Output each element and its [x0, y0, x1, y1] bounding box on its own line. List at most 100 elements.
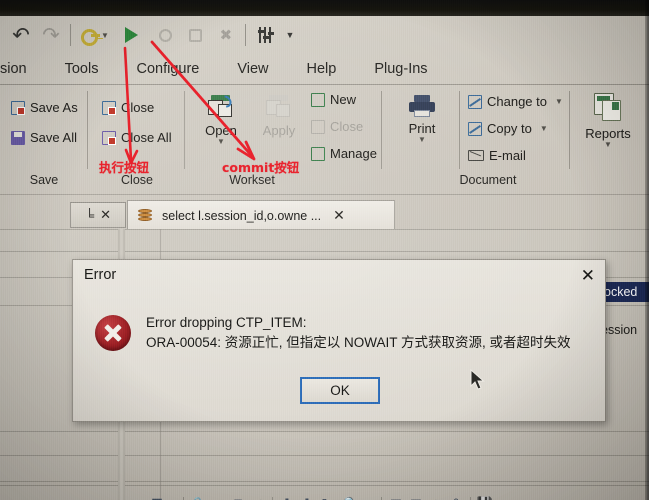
workset-manage-button[interactable]: Manage: [308, 144, 380, 162]
document-tab-title: select l.session_id,o.owne ...: [162, 208, 322, 223]
ribbon-group-save: Save As Save All Save: [0, 85, 88, 189]
ribbon-group-workset: Open ▼ Apply New Close Manage Workset: [186, 85, 382, 189]
workset-apply-label: Apply: [262, 123, 296, 138]
grid-line: [0, 431, 649, 432]
binoculars-icon[interactable]: 🔎: [337, 494, 357, 500]
change-to-dropdown-caret-icon[interactable]: ▼: [555, 97, 563, 106]
reports-icon: [593, 93, 623, 123]
pin-icon[interactable]: ╘: [85, 208, 94, 223]
refresh-icon[interactable]: ↻: [317, 494, 337, 500]
grid-record-icon[interactable]: ▢: [228, 494, 248, 500]
lock-icon[interactable]: 🔒: [188, 494, 208, 500]
bottom-separator-2: [272, 496, 273, 500]
grid-cell-session[interactable]: ession: [601, 321, 649, 339]
reports-dropdown-caret-icon[interactable]: ▼: [604, 141, 612, 149]
ribbon-separator-doc-2: [569, 91, 570, 169]
database-icon: [138, 208, 154, 223]
close-label: Close: [121, 100, 155, 115]
key-dropdown-caret-icon[interactable]: ▼: [101, 31, 109, 40]
menu-view[interactable]: View: [225, 59, 280, 79]
undo-icon[interactable]: ↶: [6, 20, 36, 50]
error-dialog-titlebar[interactable]: Error ✕: [73, 260, 605, 290]
dropdown-caret-icon[interactable]: ▼: [167, 494, 179, 500]
panel-close-icon[interactable]: ✕: [100, 207, 111, 223]
eraser-icon[interactable]: ▭: [357, 494, 377, 500]
close-doc-icon: [102, 100, 116, 115]
menu-bar: sion Tools Configure View Help Plug-Ins: [0, 54, 649, 84]
sort-desc-icon[interactable]: ▽: [406, 494, 426, 500]
quick-access-toolbar: ↶ ↷ ▼ ✖ ▼: [0, 16, 649, 54]
commit-icon[interactable]: [181, 20, 211, 50]
table-icon[interactable]: ☰: [147, 494, 167, 500]
copy-to-icon: [468, 121, 482, 136]
ribbon-separator-workset: [381, 91, 382, 169]
grid-line: [0, 485, 649, 486]
error-message-line-2: ORA-00054: 资源正忙, 但指定以 NOWAIT 方式获取资源, 或者超…: [146, 335, 571, 351]
print-dropdown-caret-icon[interactable]: ▼: [418, 136, 426, 144]
workset-close-label: Close: [330, 119, 364, 134]
workset-apply-icon: [266, 95, 292, 119]
document-tab[interactable]: select l.session_id,o.owne ... ✕: [127, 200, 395, 230]
ribbon-group-workset-label: Workset: [229, 173, 275, 187]
error-dialog: Error ✕ Error dropping CTP_ITEM: ORA-000…: [72, 259, 606, 422]
bottom-separator-4: [470, 496, 471, 500]
ribbon-separator-save: [87, 91, 88, 169]
close-all-icon: [102, 130, 116, 145]
ribbon-separator-close: [184, 91, 185, 169]
rollback-icon[interactable]: ✖: [211, 20, 241, 50]
menu-tools[interactable]: Tools: [53, 59, 111, 79]
save-all-button[interactable]: Save All: [8, 129, 80, 146]
copy-grid-icon[interactable]: ▦: [386, 494, 406, 500]
close-icon[interactable]: ✕: [581, 267, 595, 284]
close-all-button[interactable]: Close All: [99, 129, 175, 146]
grid-cell-blocked[interactable]: ocked: [601, 282, 649, 302]
sort-asc-icon[interactable]: △: [426, 494, 446, 500]
close-button[interactable]: Close: [99, 99, 157, 116]
save-as-icon: [11, 100, 25, 115]
menu-configure[interactable]: Configure: [124, 59, 211, 79]
change-to-label: Change to: [487, 94, 547, 109]
menu-session[interactable]: sion: [0, 59, 39, 79]
save-all-label: Save All: [30, 130, 77, 145]
workset-new-button[interactable]: New: [308, 90, 359, 108]
redo-icon[interactable]: ↷: [36, 20, 66, 50]
email-label: E-mail: [489, 148, 526, 163]
error-message: Error dropping CTP_ITEM: ORA-00054: 资源正忙…: [146, 313, 596, 354]
copy-to-button[interactable]: Copy to ▼: [465, 120, 551, 137]
copy-to-dropdown-caret-icon[interactable]: ▼: [540, 124, 548, 133]
execute-icon[interactable]: [117, 20, 147, 50]
save-all-icon: [11, 130, 25, 145]
close-all-label: Close All: [121, 130, 172, 145]
ribbon-group-save-label: Save: [29, 173, 59, 187]
save-grid-icon[interactable]: 💾: [475, 494, 495, 500]
workset-open-button[interactable]: Open ▼: [194, 93, 248, 146]
ok-button[interactable]: OK: [300, 377, 380, 404]
monitor-bezel-top: [0, 0, 649, 16]
save-as-button[interactable]: Save As: [8, 99, 81, 116]
print-button[interactable]: Print ▼: [392, 95, 452, 144]
ribbon-bottom-divider: [0, 194, 649, 195]
monitor-bezel-right: [645, 0, 649, 500]
email-button[interactable]: E-mail: [465, 147, 529, 164]
single-record-icon[interactable]: □: [208, 494, 228, 500]
equalizer-icon[interactable]: [250, 20, 280, 50]
menu-help[interactable]: Help: [295, 59, 349, 79]
change-to-button[interactable]: Change to ▼: [465, 93, 566, 110]
export-all-down-icon[interactable]: ⬇: [297, 494, 317, 500]
workset-close-button: Close: [308, 118, 366, 135]
menu-plugins[interactable]: Plug-Ins: [362, 59, 439, 79]
customize-toolbar-icon[interactable]: ▼: [280, 20, 300, 50]
workset-open-dropdown-caret-icon[interactable]: ▼: [217, 138, 225, 146]
check-icon[interactable]: ✓: [248, 494, 268, 500]
filter-icon[interactable]: ⚘: [446, 494, 466, 500]
grid-line: [0, 229, 649, 230]
reports-button[interactable]: Reports ▼: [575, 93, 641, 149]
export-down-icon[interactable]: ⬇: [277, 494, 297, 500]
bottom-separator-1: [183, 496, 184, 500]
stop-icon[interactable]: [151, 20, 181, 50]
grid-line: [0, 455, 649, 456]
bottom-separator-3: [381, 496, 382, 500]
monitor-photo: ↶ ↷ ▼ ✖ ▼ sion Tools Configure View Help…: [0, 0, 649, 500]
document-tab-close-icon[interactable]: ✕: [333, 207, 345, 224]
mouse-cursor: [470, 369, 485, 390]
